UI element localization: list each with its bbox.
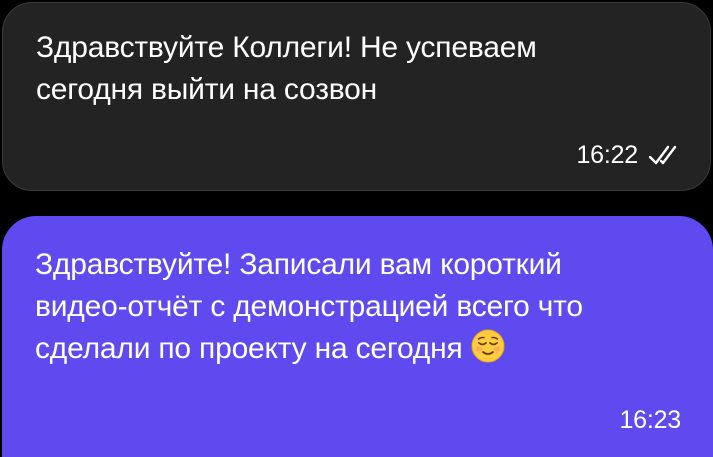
message-time: 16:23 [619, 406, 681, 434]
message-time: 16:22 [576, 141, 638, 169]
message-meta: 16:23 [619, 405, 681, 435]
relieved-face-emoji-icon [471, 329, 505, 363]
chat-view: Здравствуйте Коллеги! Не успеваем сегодн… [0, 0, 713, 457]
message-text: Здравствуйте! Записали вам короткий виде… [35, 244, 685, 370]
outgoing-message-bubble[interactable]: Здравствуйте! Записали вам короткий виде… [2, 216, 713, 457]
incoming-message-bubble[interactable]: Здравствуйте Коллеги! Не успеваем сегодн… [2, 2, 711, 191]
message-text: Здравствуйте Коллеги! Не успеваем сегодн… [36, 31, 537, 106]
message-meta: 16:22 [576, 140, 678, 170]
double-check-icon [648, 145, 677, 165]
